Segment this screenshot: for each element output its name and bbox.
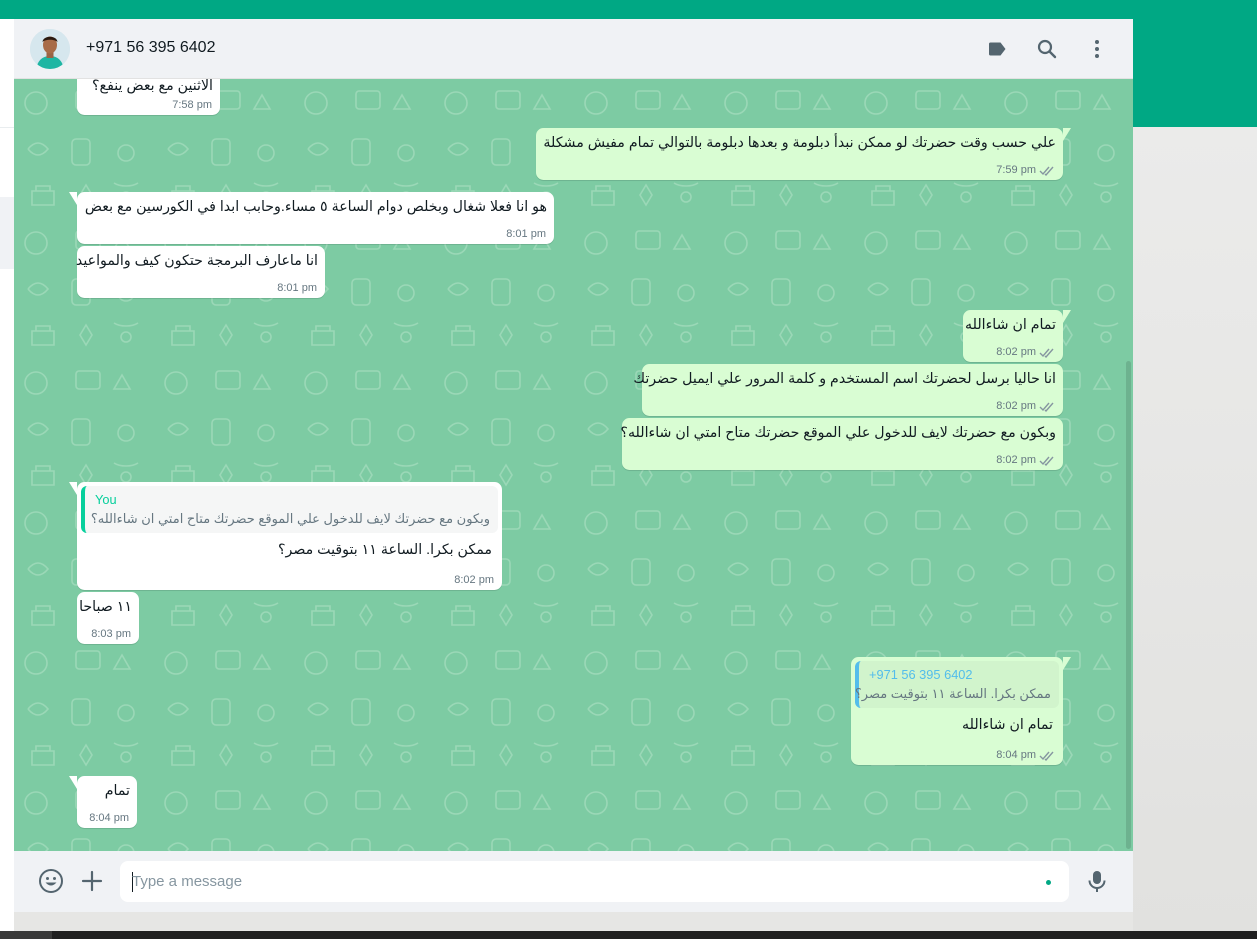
bubble-tail [1063,310,1071,323]
message-bubble[interactable]: تمام ان شاءالله 8:02 pm [963,310,1071,362]
bubble-tail [69,776,77,789]
message-bubble[interactable]: ١١ صباحا 8:03 pm [77,592,139,644]
background-panel [1133,127,1257,931]
double-check-icon [1039,751,1054,761]
message-meta: 8:02 pm [996,454,1055,466]
message-meta: 8:02 pm [996,346,1055,358]
quoted-text: ممكن بكرا. الساعة ١١ بتوقيت مصر؟ [854,686,1051,701]
taskbar-button[interactable] [0,931,52,939]
message-text: تمام ان شاءالله [962,717,1053,733]
search-icon[interactable] [1035,37,1059,61]
message-text: هو انا فعلا شغال وبخلص دوام الساعة ٥ مسا… [84,199,547,215]
quoted-message[interactable]: You وبكون مع حضرتك لايف للدخول علي الموق… [81,486,498,533]
message-time: 8:01 pm [277,282,317,294]
message-text: الاثنين مع بعض ينفع؟ [92,79,213,94]
message-input-box[interactable] [120,861,1069,902]
os-taskbar [0,931,1257,939]
attach-icon[interactable] [79,868,105,894]
bubble-tail [69,482,77,495]
message-text: انا ماعارف البرمجة حتكون كيف والمواعيد [75,253,318,269]
message-meta: 8:04 pm [996,749,1055,761]
quoted-message[interactable]: +971 56 395 6402 ممكن بكرا. الساعة ١١ بت… [855,661,1059,708]
message-text: انا حاليا برسل لحضرتك اسم المستخدم و كلم… [633,371,1056,387]
double-check-icon [1039,348,1054,358]
message-bubble[interactable]: الاثنين مع بعض ينفع؟ 7:58 pm [77,79,220,115]
bubble-tail [1063,128,1071,141]
menu-icon[interactable] [1085,37,1109,61]
message-text: وبكون مع حضرتك لايف للدخول علي الموقع حض… [620,425,1056,441]
chat-list-edge [0,19,14,931]
message-input[interactable] [132,861,1032,902]
message-time: 8:04 pm [89,812,129,824]
message-bubble[interactable]: هو انا فعلا شغال وبخلص دوام الساعة ٥ مسا… [69,192,554,244]
composer-bar [14,851,1133,912]
message-bubble[interactable]: You وبكون مع حضرتك لايف للدخول علي الموق… [69,482,502,590]
contact-name[interactable]: +971 56 395 6402 [86,39,215,57]
mic-icon[interactable] [1084,868,1110,894]
message-bubble[interactable]: انا ماعارف البرمجة حتكون كيف والمواعيد 8… [75,246,325,298]
message-time: 8:02 pm [454,574,494,586]
message-bubble[interactable]: علي حسب وقت حضرتك لو ممكن نبدأ دبلومة و … [536,128,1071,180]
message-bubble[interactable]: انا حاليا برسل لحضرتك اسم المستخدم و كلم… [633,364,1063,416]
message-time: 7:58 pm [172,99,212,111]
quoted-author: You [95,492,117,507]
message-text: تمام [104,783,130,799]
emoji-icon[interactable] [38,868,64,894]
scrollbar[interactable] [1126,361,1131,849]
chat-window: +971 56 395 6402 الاثنين مع بعض ينفع؟ 7:… [14,19,1133,912]
quoted-text: وبكون مع حضرتك لايف للدخول علي الموقع حض… [90,511,490,526]
message-bubble[interactable]: +971 56 395 6402 ممكن بكرا. الساعة ١١ بت… [851,657,1071,765]
message-bubble[interactable]: وبكون مع حضرتك لايف للدخول علي الموقع حض… [620,418,1063,470]
status-dot [1046,880,1051,885]
quoted-author: +971 56 395 6402 [869,667,973,682]
message-text: ١١ صباحا [79,599,132,615]
message-bubble[interactable]: تمام 8:04 pm [69,776,137,828]
message-time: 8:03 pm [91,628,131,640]
message-meta: 8:02 pm [996,400,1055,412]
label-icon[interactable] [985,37,1009,61]
double-check-icon [1039,402,1054,412]
bubble-tail [1063,657,1071,670]
selected-chat-edge[interactable] [0,197,14,269]
message-time: 8:01 pm [506,228,546,240]
bubble-tail [69,192,77,205]
message-text: ممكن بكرا. الساعة ١١ بتوقيت مصر؟ [277,542,492,558]
double-check-icon [1039,456,1054,466]
chat-header[interactable]: +971 56 395 6402 [14,19,1133,79]
message-text: تمام ان شاءالله [965,317,1056,333]
message-meta: 7:59 pm [996,164,1055,176]
avatar[interactable] [30,29,70,69]
double-check-icon [1039,166,1054,176]
message-text: علي حسب وقت حضرتك لو ممكن نبدأ دبلومة و … [543,135,1056,151]
message-list[interactable]: الاثنين مع بعض ينفع؟ 7:58 pm علي حسب وقت… [14,79,1133,851]
